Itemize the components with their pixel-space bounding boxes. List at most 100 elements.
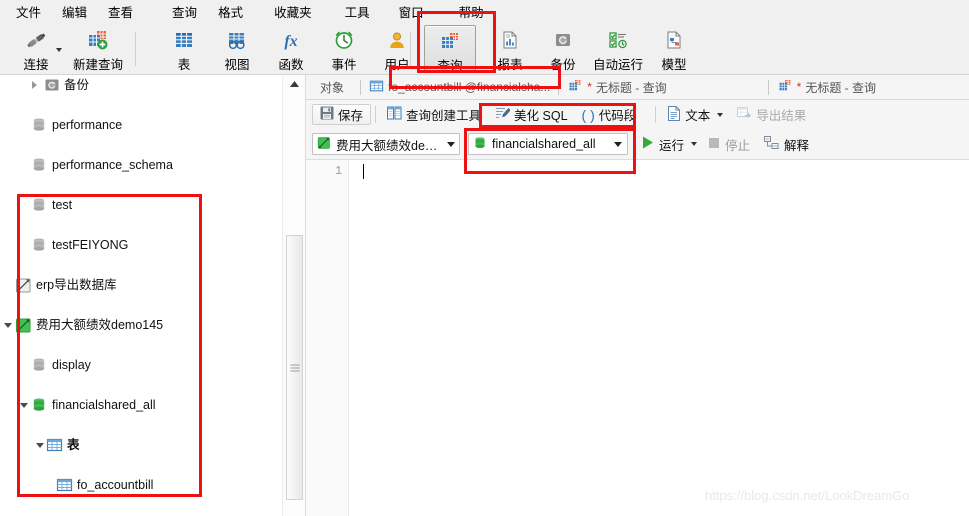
toolbar-query-button[interactable]: 查询 xyxy=(424,25,476,73)
toolbar-connection-label: 连接 xyxy=(23,58,49,72)
tab-untitled-query-2[interactable]: * 无标题 - 查询 xyxy=(769,75,884,100)
explain-icon xyxy=(764,135,779,153)
tree-item-performance[interactable]: performance xyxy=(0,115,282,135)
connection-select[interactable]: 费用大额绩效demo14 xyxy=(312,133,460,155)
toolbar-model-button[interactable]: 模型 xyxy=(645,25,703,73)
tree-item-display[interactable]: display xyxy=(0,355,282,375)
tree-item-erp-connection[interactable]: erp导出数据库 xyxy=(0,275,282,295)
query-icon xyxy=(439,30,461,52)
toolbar-automation-label: 自动运行 xyxy=(592,58,643,72)
toolbar-new-query-button[interactable]: 新建查询 xyxy=(62,25,134,73)
run-label: 运行 xyxy=(659,138,685,153)
tab-untitled-query-1[interactable]: * 无标题 - 查询 xyxy=(559,75,674,100)
tab-bar: 对象 fo_accountbill @financialsha... * 无标题… xyxy=(306,75,969,100)
sidebar-scrollbar[interactable] xyxy=(282,75,305,516)
stop-label: 停止 xyxy=(725,138,751,153)
database-icon xyxy=(31,197,47,213)
scrollbar-thumb[interactable] xyxy=(286,235,303,500)
stop-button: 停止 xyxy=(702,135,756,154)
object-tree-sidebar[interactable]: 备份 performance performance_schema test t… xyxy=(0,75,282,516)
parentheses-icon: ( ) xyxy=(581,106,595,123)
toolbar-event-button[interactable]: 事件 xyxy=(315,25,373,73)
menu-format[interactable]: 格式 xyxy=(208,0,254,23)
toolbar-report-button[interactable]: 报表 xyxy=(481,25,539,73)
explain-label: 解释 xyxy=(784,138,810,153)
tree-item-tables-folder[interactable]: 表 xyxy=(0,435,282,455)
database-select[interactable]: financialshared_all xyxy=(468,133,628,155)
query-toolbar: 保存 查询创建工具 美化 SQL () 代码段 文本 导出结果 xyxy=(306,100,969,129)
query-panel: 对象 fo_accountbill @financialsha... * 无标题… xyxy=(305,75,969,516)
menu-favorites[interactable]: 收藏夹 xyxy=(264,0,323,23)
tree-item-active-connection[interactable]: 费用大额绩效demo145 xyxy=(0,315,282,335)
database-icon xyxy=(31,237,47,253)
tree-item-label: 备份 xyxy=(64,78,90,92)
tree-item-test[interactable]: test xyxy=(0,195,282,215)
chevron-down-icon[interactable] xyxy=(20,401,29,410)
menu-file[interactable]: 文件 xyxy=(6,0,52,23)
user-icon xyxy=(387,29,407,51)
tree-item-label: testFEIYONG xyxy=(52,238,129,252)
chevron-down-icon[interactable] xyxy=(444,142,457,147)
toolbar-user-label: 用户 xyxy=(384,58,410,72)
unsaved-indicator: * xyxy=(587,80,592,94)
chevron-right-icon[interactable] xyxy=(30,81,39,90)
tab-label: 无标题 - 查询 xyxy=(805,80,876,95)
toolbar-automation-button[interactable]: 自动运行 xyxy=(583,25,653,73)
menu-query[interactable]: 查询 xyxy=(162,0,208,23)
menu-help[interactable]: 帮助 xyxy=(449,0,495,23)
chevron-down-icon[interactable] xyxy=(36,441,45,450)
run-button[interactable]: 运行 xyxy=(636,135,690,154)
run-controls: 运行 停止 解释 xyxy=(636,135,815,154)
tree-item-table[interactable]: fo_accountbill xyxy=(0,475,282,495)
unsaved-indicator: * xyxy=(796,80,802,94)
tree-item-backup[interactable]: 备份 xyxy=(0,75,282,95)
query-icon xyxy=(567,78,583,96)
toolbar-view-button[interactable]: 视图 xyxy=(208,25,266,73)
toolbar-separator-1 xyxy=(135,32,136,66)
scroll-up-arrow-icon[interactable] xyxy=(283,75,306,92)
toolbar-user-button[interactable]: 用户 xyxy=(368,25,426,73)
database-icon xyxy=(31,357,47,373)
tree-item-testfeiyong[interactable]: testFEIYONG xyxy=(0,235,282,255)
toolbar-model-label: 模型 xyxy=(661,58,687,72)
automation-icon xyxy=(607,29,629,51)
menu-edit[interactable]: 编辑 xyxy=(52,0,98,23)
query-builder-button[interactable]: 查询创建工具 xyxy=(380,103,488,126)
model-icon xyxy=(664,29,684,51)
menu-tools[interactable]: 工具 xyxy=(335,0,381,23)
connection-icon xyxy=(25,29,47,51)
toolbar-backup-label: 备份 xyxy=(550,58,576,72)
toolbar-table-button[interactable]: 表 xyxy=(155,25,213,73)
save-label: 保存 xyxy=(338,109,364,123)
toolbar-view-label: 视图 xyxy=(224,58,250,72)
save-button[interactable]: 保存 xyxy=(312,104,372,125)
tree-item-performance-schema[interactable]: performance_schema xyxy=(0,155,282,175)
save-icon xyxy=(320,106,334,123)
tree-item-label: 费用大额绩效demo145 xyxy=(36,318,164,332)
menu-window[interactable]: 窗口 xyxy=(389,0,435,23)
tab-fo-accountbill[interactable]: fo_accountbill @financialsha... xyxy=(361,75,558,100)
database-green-icon xyxy=(473,136,487,153)
tree-item-label: erp导出数据库 xyxy=(36,278,117,292)
chevron-down-icon[interactable] xyxy=(717,112,724,117)
snippet-button[interactable]: ( ) 代码段 xyxy=(575,103,644,126)
chevron-down-icon[interactable] xyxy=(691,142,698,146)
application-window: 文件 编辑 查看 查询 格式 收藏夹 工具 窗口 帮助 连接 新建查询 表 视图… xyxy=(0,0,969,516)
chevron-down-icon[interactable] xyxy=(4,321,13,330)
explain-button[interactable]: 解释 xyxy=(758,135,815,154)
tree-item-label: display xyxy=(52,358,91,372)
menu-view[interactable]: 查看 xyxy=(98,0,144,23)
table-blue-icon xyxy=(369,79,384,96)
query-icon xyxy=(777,78,793,96)
toolbar-new-query-label: 新建查询 xyxy=(72,58,123,72)
tree-item-label: performance_schema xyxy=(52,158,173,172)
toolbar-function-button[interactable]: fx 函数 xyxy=(262,25,320,73)
text-format-button[interactable]: 文本 xyxy=(660,103,730,126)
chevron-down-icon[interactable] xyxy=(611,142,625,147)
tree-item-financialshared-all[interactable]: financialshared_all xyxy=(0,395,282,415)
sql-editor[interactable]: 1 xyxy=(306,160,969,516)
play-icon xyxy=(642,136,654,152)
tab-objects-label: 对象 xyxy=(320,80,345,95)
tab-objects[interactable]: 对象 xyxy=(306,75,360,100)
beautify-sql-button[interactable]: 美化 SQL xyxy=(488,103,575,126)
